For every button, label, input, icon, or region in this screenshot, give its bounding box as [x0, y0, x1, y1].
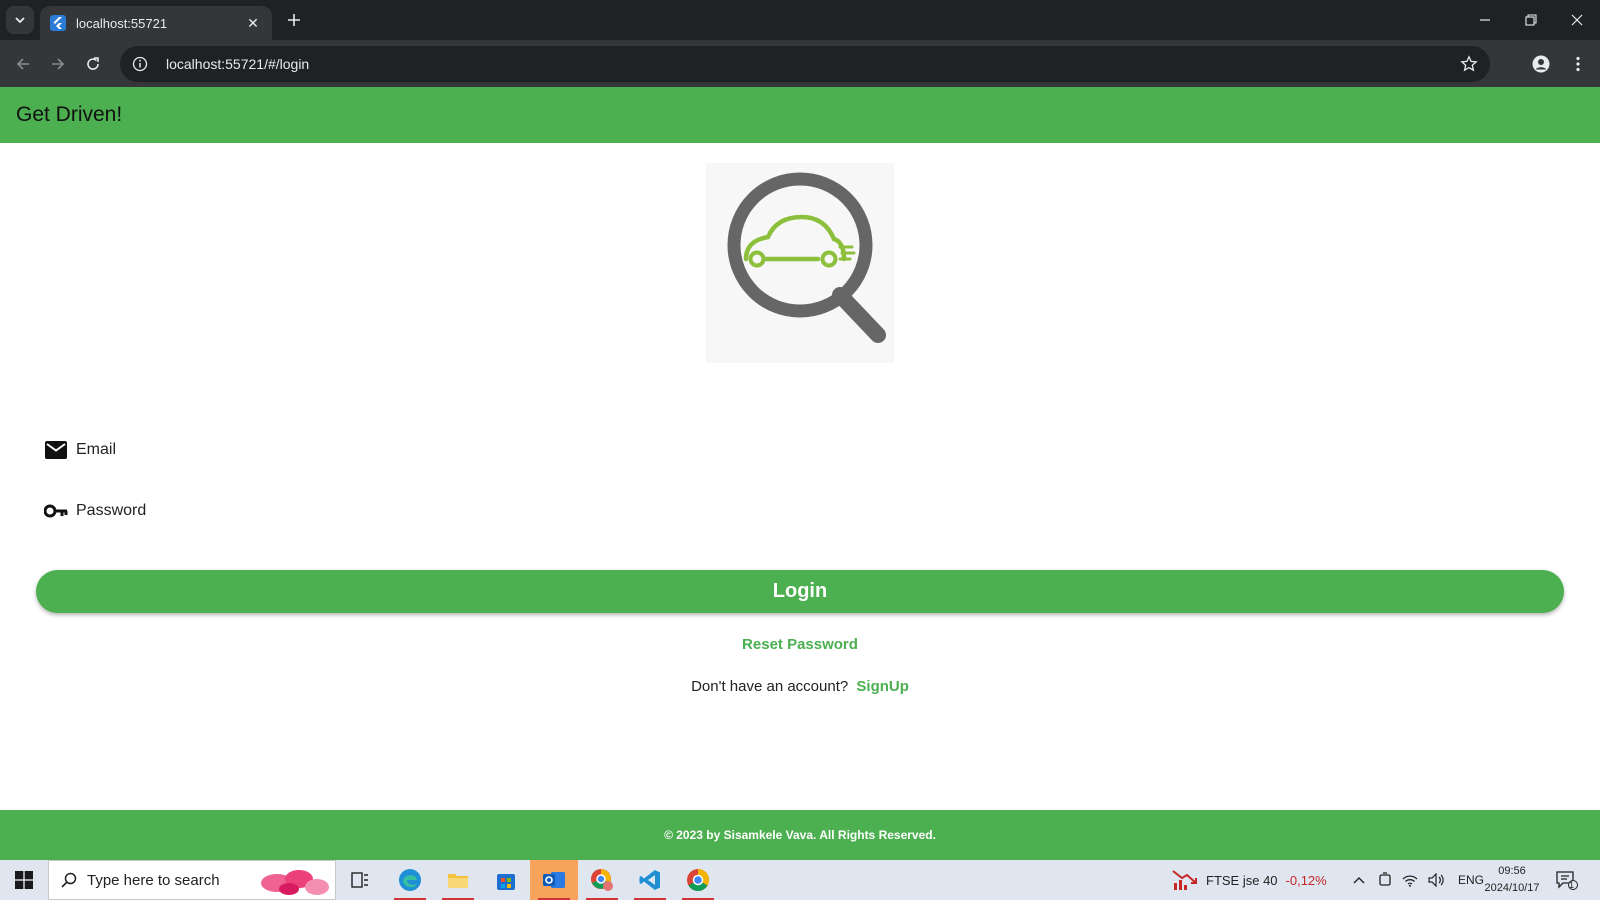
reload-button[interactable] [80, 51, 106, 77]
minimize-button[interactable] [1462, 0, 1508, 40]
taskbar-outlook[interactable] [530, 860, 578, 900]
taskbar-file-explorer[interactable] [434, 860, 482, 900]
minimize-icon [1480, 19, 1490, 21]
tab-close-icon[interactable]: ✕ [244, 15, 262, 32]
windows-taskbar: Type here to search FTSE jse 40 -0,12% E… [0, 860, 1600, 900]
password-label: Password [76, 502, 147, 519]
password-field[interactable]: Password [44, 498, 146, 524]
restore-button[interactable] [1508, 0, 1554, 40]
clock-date: 2024/10/17 [1484, 882, 1540, 894]
edge-icon [399, 869, 421, 891]
arrow-right-icon [52, 58, 65, 70]
chevron-down-icon [15, 17, 25, 24]
chevron-up-icon[interactable] [1352, 875, 1366, 885]
footer-copyright: © 2023 by Sisamkele Vava. All Rights Res… [664, 828, 936, 842]
app-logo [706, 163, 894, 363]
browser-menu-button[interactable] [1565, 51, 1591, 77]
close-icon [1571, 14, 1583, 26]
email-label: Email [76, 441, 117, 458]
reset-password-link: Reset Password [0, 636, 1600, 653]
more-vertical-icon [1576, 56, 1580, 72]
signup-row: Don't have an account? SignUp [0, 678, 1600, 695]
login-button[interactable]: Login [36, 570, 1564, 613]
meet-now-icon[interactable] [1378, 872, 1392, 888]
taskbar-chrome[interactable] [674, 860, 722, 900]
footer: © 2023 by Sisamkele Vava. All Rights Res… [0, 810, 1600, 860]
system-tray: ENG [1352, 860, 1484, 900]
back-button[interactable] [10, 51, 36, 77]
chrome-icon [687, 869, 709, 891]
store-icon [497, 874, 515, 890]
close-window-button[interactable] [1554, 0, 1600, 40]
browser-toolbar: localhost:55721/#/login [0, 40, 1600, 87]
taskbar-chrome-profile[interactable] [578, 860, 626, 900]
taskbar-vscode[interactable] [626, 860, 674, 900]
stock-widget[interactable]: FTSE jse 40 -0,12% [1172, 860, 1327, 900]
new-tab-button[interactable] [282, 8, 306, 32]
wifi-icon[interactable] [1402, 873, 1418, 887]
volume-icon[interactable] [1428, 873, 1444, 887]
windows-logo-icon [15, 871, 33, 889]
reset-password-button[interactable]: Reset Password [742, 636, 858, 653]
mail-icon [44, 438, 68, 462]
stock-name: FTSE jse 40 [1206, 872, 1278, 888]
notification-center-button[interactable]: 1 [1556, 860, 1578, 900]
search-placeholder: Type here to search [87, 871, 220, 889]
app-title: Get Driven! [16, 103, 123, 126]
taskbar-search-box[interactable]: Type here to search [48, 860, 336, 900]
bookmark-star-icon[interactable] [1460, 55, 1478, 73]
clock-time: 09:56 [1498, 865, 1526, 877]
email-field[interactable]: Email [44, 437, 116, 463]
vscode-icon [639, 870, 660, 890]
signup-link[interactable]: SignUp [856, 678, 909, 695]
chrome-profile-icon [591, 869, 613, 891]
search-icon [61, 872, 77, 888]
reload-icon [87, 57, 99, 70]
browser-tab-active[interactable]: localhost:55721 ✕ [40, 6, 272, 40]
tab-title: localhost:55721 [76, 15, 168, 31]
folder-icon [448, 874, 468, 888]
start-button[interactable] [0, 860, 48, 900]
flutter-favicon-icon [50, 15, 66, 31]
arrow-left-icon [16, 58, 29, 70]
forward-button[interactable] [45, 51, 71, 77]
search-highlight-flowers-icon [261, 870, 329, 895]
no-account-text: Don't have an account? [691, 678, 849, 695]
outlook-icon [543, 872, 565, 888]
browser-tab-bar: localhost:55721 ✕ [0, 0, 1600, 40]
notification-count: 1 [1569, 880, 1575, 890]
plus-icon [288, 14, 300, 26]
restore-icon [1525, 14, 1537, 26]
stock-down-icon [1172, 870, 1197, 890]
app-bar: Get Driven! [0, 87, 1600, 143]
notification-icon [1556, 871, 1578, 890]
task-view-button[interactable] [336, 860, 384, 900]
tab-search-button[interactable] [6, 6, 34, 34]
url-text: localhost:55721/#/login [166, 56, 310, 72]
site-info-icon[interactable] [132, 56, 148, 72]
taskbar-store[interactable] [482, 860, 530, 900]
task-view-icon [351, 872, 368, 888]
taskbar-clock[interactable]: 09:56 2024/10/17 [1470, 863, 1554, 897]
address-bar[interactable]: localhost:55721/#/login [120, 46, 1490, 82]
taskbar-edge[interactable] [386, 860, 434, 900]
key-icon [44, 499, 68, 523]
profile-button[interactable] [1528, 51, 1554, 77]
car-search-logo-icon [727, 172, 886, 343]
account-icon [1532, 55, 1550, 73]
stock-change: -0,12% [1285, 872, 1327, 888]
